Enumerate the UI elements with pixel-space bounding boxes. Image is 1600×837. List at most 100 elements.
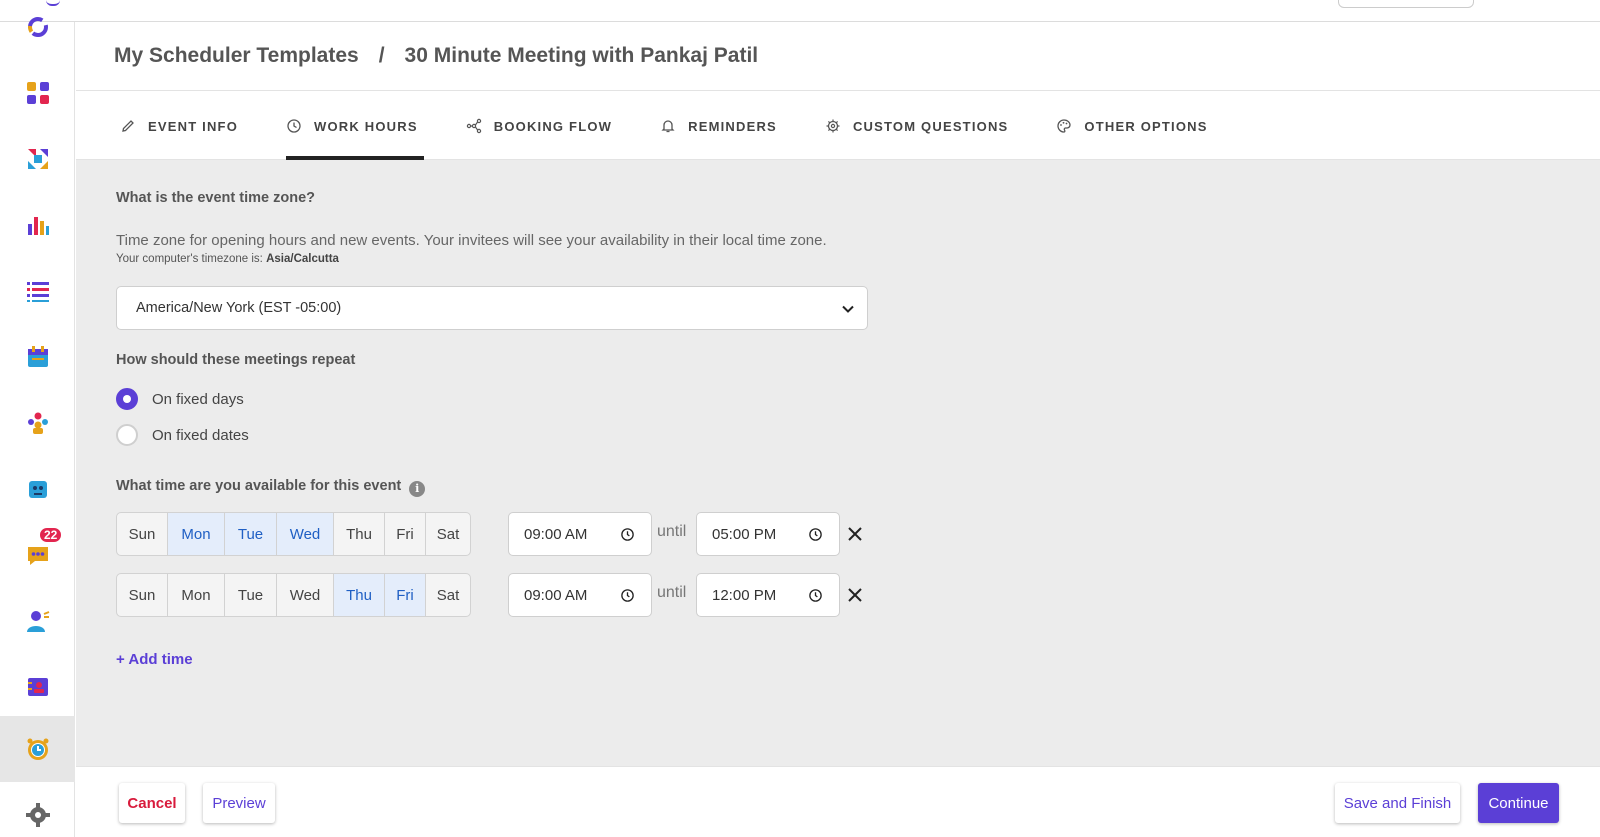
computer-timezone-label: Your computer's timezone is: bbox=[116, 253, 263, 265]
computer-timezone-value: Asia/Calcutta bbox=[266, 253, 339, 265]
start-time-input-row-2[interactable]: 09:00 AM bbox=[508, 573, 652, 617]
top-bar-button[interactable] bbox=[1338, 0, 1474, 8]
id-card-icon bbox=[27, 678, 48, 696]
start-time-input-row-1[interactable]: 09:00 AM bbox=[508, 512, 652, 556]
until-label: until bbox=[657, 523, 687, 540]
timezone-question: What is the event time zone? bbox=[116, 190, 315, 206]
availability-question-text: What time are you available for this eve… bbox=[116, 478, 402, 494]
user-icon bbox=[26, 611, 49, 632]
sidebar-item-chat[interactable]: 22 bbox=[0, 522, 75, 588]
day-toggle-mon[interactable]: Mon bbox=[168, 574, 225, 616]
tab-custom-questions[interactable]: CUSTOM QUESTIONS bbox=[825, 92, 1008, 160]
computer-timezone-note: Your computer's timezone is: Asia/Calcut… bbox=[116, 253, 339, 265]
tab-label: BOOKING FLOW bbox=[493, 118, 613, 134]
timezone-selected-value: America/New York (EST -05:00) bbox=[136, 300, 342, 316]
sidebar-item-dashboard[interactable] bbox=[0, 60, 75, 126]
clock-icon[interactable] bbox=[620, 588, 635, 603]
bar-chart-icon bbox=[27, 217, 49, 235]
sidebar-item-home[interactable] bbox=[0, 0, 75, 60]
sidebar-item-scheduler[interactable] bbox=[0, 716, 75, 782]
gear-icon bbox=[826, 119, 840, 133]
day-toggle-sun[interactable]: Sun bbox=[117, 574, 168, 616]
sidebar-item-calendar[interactable] bbox=[0, 324, 75, 390]
sidebar-item-contacts[interactable] bbox=[0, 588, 75, 654]
radio-fixed-days[interactable]: On fixed days bbox=[116, 388, 244, 410]
sidebar-item-settings[interactable] bbox=[0, 782, 75, 837]
gear-icon bbox=[25, 803, 50, 827]
tab-work-hours[interactable]: WORK HOURS bbox=[286, 92, 424, 160]
sidebar-item-directory[interactable] bbox=[0, 654, 75, 720]
tab-label: REMINDERS bbox=[688, 118, 777, 134]
save-and-finish-button[interactable]: Save and Finish bbox=[1335, 783, 1460, 823]
sidebar-item-reports[interactable] bbox=[0, 192, 75, 258]
day-toggle-tue[interactable]: Tue bbox=[225, 513, 277, 555]
sidebar-item-integrations[interactable] bbox=[0, 126, 75, 192]
remove-row-2-close-icon[interactable] bbox=[845, 585, 865, 605]
day-toggle-tue[interactable]: Tue bbox=[225, 574, 277, 616]
page-title: 30 Minute Meeting with Pankaj Patil bbox=[404, 44, 759, 67]
day-toggle-fri[interactable]: Fri bbox=[385, 513, 426, 555]
until-label: until bbox=[657, 584, 687, 601]
end-time-input-row-2[interactable]: 12:00 PM bbox=[696, 573, 840, 617]
bell-icon bbox=[661, 120, 675, 133]
day-toggle-sat[interactable]: Sat bbox=[426, 513, 470, 555]
breadcrumb-separator: / bbox=[378, 44, 385, 67]
day-selector-row-2: Sun Mon Tue Wed Thu Fri Sat bbox=[116, 573, 471, 617]
start-time-value: 09:00 AM bbox=[524, 586, 588, 604]
clock-icon[interactable] bbox=[620, 527, 635, 542]
clock-icon[interactable] bbox=[808, 527, 823, 542]
day-toggle-sat[interactable]: Sat bbox=[426, 574, 470, 616]
tab-bar: EVENT INFO WORK HOURS BOOKING FLOW REMIN… bbox=[76, 92, 1600, 160]
notification-badge: 22 bbox=[38, 526, 64, 544]
day-toggle-thu[interactable]: Thu bbox=[334, 574, 385, 616]
breadcrumb-root-link[interactable]: My Scheduler Templates bbox=[114, 44, 359, 68]
clock-icon bbox=[287, 119, 301, 133]
timezone-description: Time zone for opening hours and new even… bbox=[116, 232, 827, 249]
chevron-down-icon bbox=[842, 305, 854, 313]
radio-button[interactable] bbox=[116, 424, 138, 446]
day-toggle-thu[interactable]: Thu bbox=[334, 513, 385, 555]
tab-booking-flow[interactable]: BOOKING FLOW bbox=[466, 92, 612, 160]
day-toggle-fri[interactable]: Fri bbox=[385, 574, 426, 616]
chat-icon bbox=[27, 547, 48, 565]
preview-button[interactable]: Preview bbox=[203, 783, 275, 823]
tab-label: CUSTOM QUESTIONS bbox=[852, 118, 1009, 134]
day-toggle-mon[interactable]: Mon bbox=[168, 513, 225, 555]
top-bar bbox=[0, 0, 1600, 22]
day-selector-row-1: Sun Mon Tue Wed Thu Fri Sat bbox=[116, 512, 471, 556]
sidebar-item-teams[interactable] bbox=[0, 390, 75, 456]
breadcrumb: My Scheduler Templates / 30 Minute Meeti… bbox=[76, 22, 1600, 91]
palette-icon bbox=[1057, 119, 1072, 133]
pencil-icon bbox=[122, 120, 134, 132]
end-time-value: 12:00 PM bbox=[712, 586, 777, 604]
remove-row-1-close-icon[interactable] bbox=[845, 524, 865, 544]
footer-actions: Cancel Preview Save and Finish Continue bbox=[76, 766, 1600, 837]
ring-logo-icon bbox=[27, 17, 48, 37]
sidebar-item-lists[interactable] bbox=[0, 258, 75, 324]
radio-label: On fixed days bbox=[152, 390, 244, 408]
tab-other-options[interactable]: OTHER OPTIONS bbox=[1056, 92, 1207, 160]
arrows-icon bbox=[27, 149, 48, 169]
tab-event-info[interactable]: EVENT INFO bbox=[120, 92, 238, 160]
end-time-input-row-1[interactable]: 05:00 PM bbox=[696, 512, 840, 556]
flow-icon bbox=[466, 118, 481, 134]
apps-grid-icon bbox=[26, 82, 49, 104]
info-icon[interactable]: i bbox=[409, 480, 426, 497]
tab-label: WORK HOURS bbox=[314, 118, 418, 134]
sidebar-item-bots[interactable] bbox=[0, 456, 75, 522]
start-time-value: 09:00 AM bbox=[524, 525, 588, 543]
day-toggle-sun[interactable]: Sun bbox=[117, 513, 168, 555]
radio-button-selected[interactable] bbox=[116, 388, 138, 410]
tab-label: EVENT INFO bbox=[148, 118, 239, 134]
day-toggle-wed[interactable]: Wed bbox=[277, 513, 334, 555]
cancel-button[interactable]: Cancel bbox=[119, 783, 185, 823]
continue-button[interactable]: Continue bbox=[1478, 783, 1559, 823]
clock-icon[interactable] bbox=[808, 588, 823, 603]
list-icon bbox=[26, 282, 49, 302]
day-toggle-wed[interactable]: Wed bbox=[277, 574, 334, 616]
add-time-link[interactable]: + Add time bbox=[116, 651, 193, 668]
calendar-icon bbox=[27, 346, 48, 367]
radio-fixed-dates[interactable]: On fixed dates bbox=[116, 424, 249, 446]
tab-reminders[interactable]: REMINDERS bbox=[660, 92, 777, 160]
timezone-select[interactable]: America/New York (EST -05:00) bbox=[116, 286, 868, 330]
